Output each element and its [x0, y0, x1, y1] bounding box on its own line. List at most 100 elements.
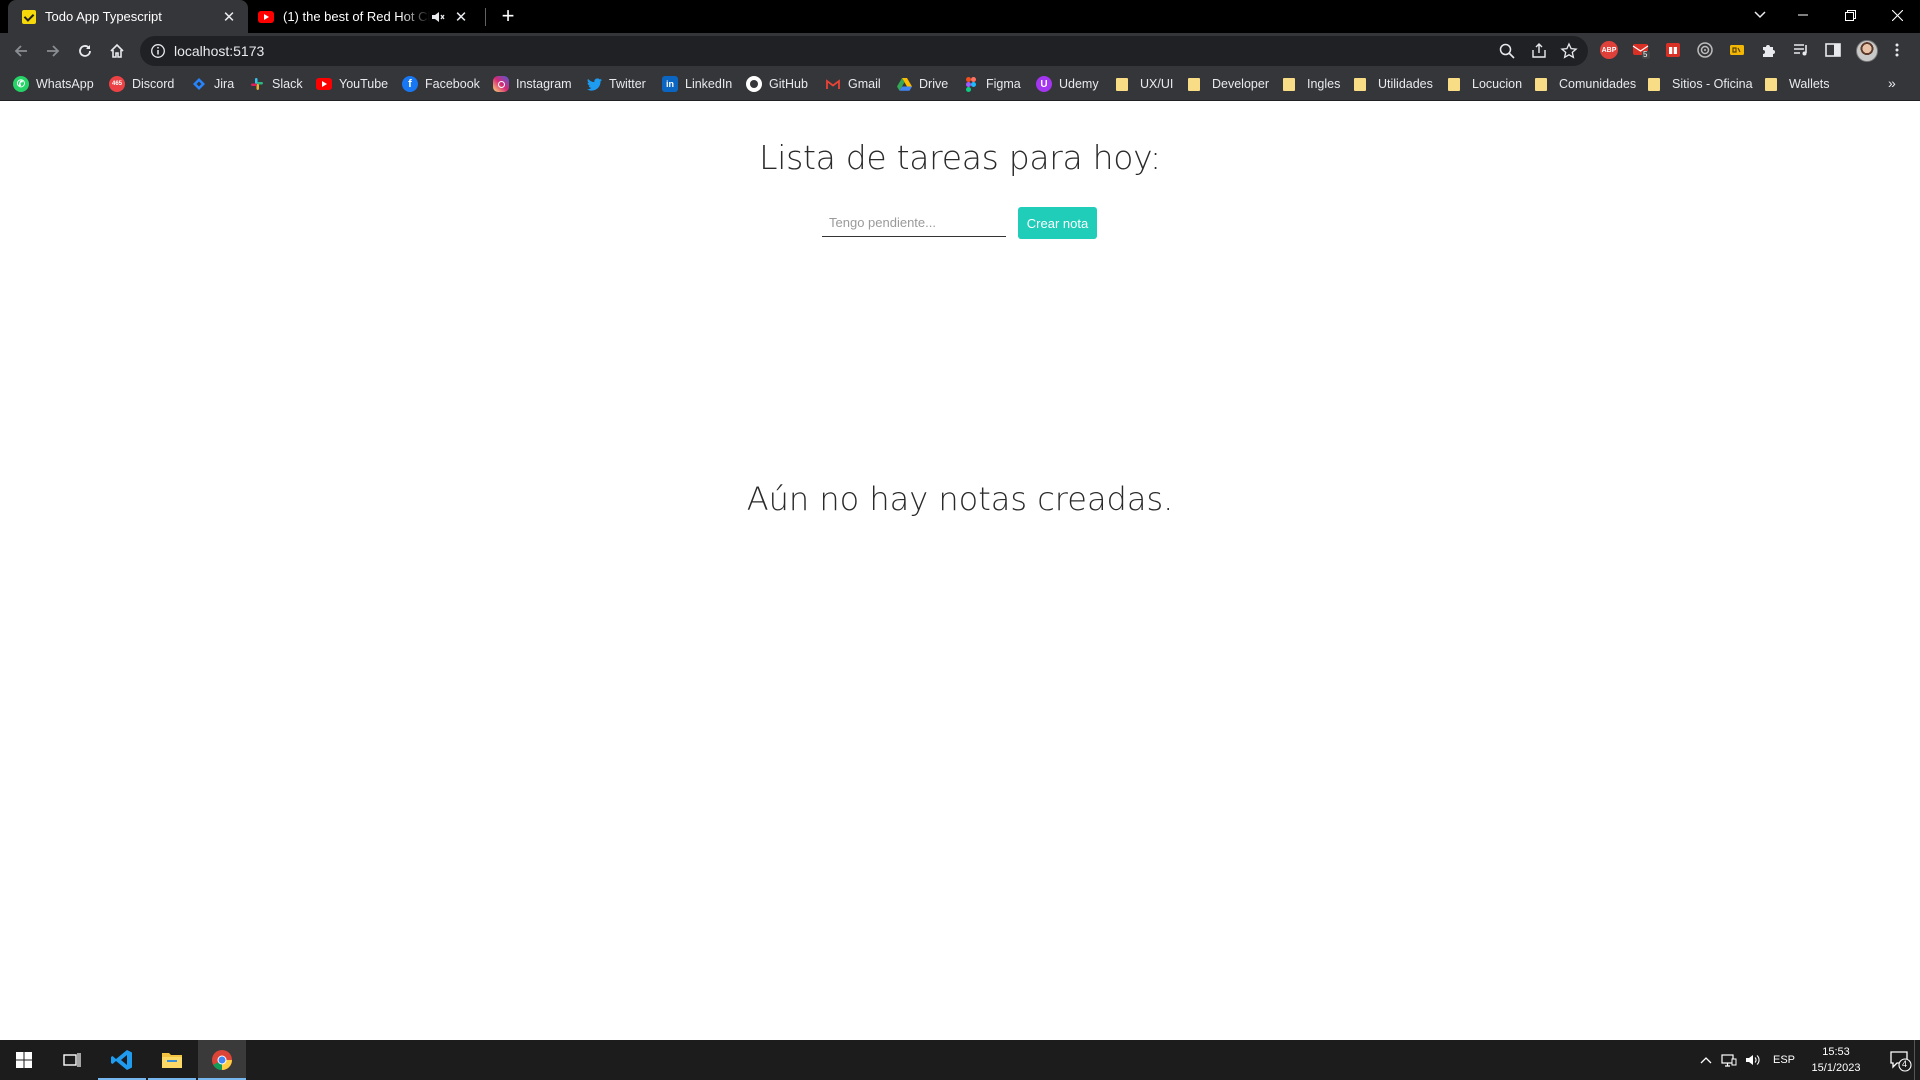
restore-icon [1844, 9, 1856, 21]
folder-icon [1116, 77, 1128, 91]
url-text[interactable]: localhost:5173 [174, 43, 264, 59]
volume-button[interactable] [1742, 1040, 1764, 1080]
vscode-taskbar-button[interactable] [98, 1040, 146, 1080]
folder-icon [1648, 77, 1660, 91]
show-hidden-icons-button[interactable] [1696, 1040, 1716, 1080]
browser-menu-button[interactable] [1888, 41, 1906, 59]
file-explorer-taskbar-button[interactable] [148, 1040, 196, 1080]
bookmark-folder-ingles[interactable]: Ingles [1283, 69, 1340, 99]
bookmark-instagram[interactable]: Instagram [493, 69, 572, 99]
profile-avatar[interactable] [1856, 40, 1878, 62]
bookmark-label: Locucion [1472, 77, 1523, 91]
bookmark-twitter[interactable]: Twitter [586, 69, 646, 99]
bookmark-discord[interactable]: 465 Discord [109, 69, 174, 99]
target-extension-icon[interactable] [1696, 41, 1714, 59]
bookmark-udemy[interactable]: U Udemy [1036, 69, 1099, 99]
action-center-button[interactable]: 4 [1888, 1048, 1912, 1072]
wallet-extension-icon[interactable] [1728, 41, 1746, 59]
minimize-button[interactable] [1780, 0, 1826, 30]
chevron-up-icon [1700, 1057, 1712, 1064]
todo-input[interactable] [822, 209, 1006, 237]
jira-icon [191, 76, 207, 92]
tab-title: (1) the best of Red Hot Chili Peppers [283, 9, 430, 24]
tab-youtube[interactable]: (1) the best of Red Hot Chili Peppers ✕ [250, 0, 480, 33]
bookmark-folder-sitios-oficina[interactable]: Sitios - Oficina [1648, 69, 1753, 99]
start-button[interactable] [0, 1040, 48, 1080]
tab-todo-app[interactable]: Todo App Typescript ✕ [8, 0, 248, 33]
media-control-button[interactable] [1792, 41, 1810, 59]
restore-button[interactable] [1827, 0, 1873, 30]
system-clock[interactable]: 15:53 15/1/2023 [1800, 1044, 1872, 1076]
chevron-down-icon [1754, 11, 1766, 19]
home-button[interactable] [104, 38, 130, 64]
notification-count: 4 [1902, 1059, 1908, 1069]
close-icon[interactable]: ✕ [452, 8, 470, 26]
bookmark-folder-developer[interactable]: Developer [1188, 69, 1269, 99]
bookmark-drive[interactable]: Drive [896, 69, 948, 99]
bookmark-label: Facebook [425, 77, 480, 91]
create-note-button[interactable]: Crear nota [1018, 207, 1097, 239]
folder-icon [1448, 77, 1460, 91]
bookmark-slack[interactable]: Slack [249, 69, 303, 99]
bookmark-figma[interactable]: Figma [963, 69, 1021, 99]
share-icon[interactable] [1530, 42, 1548, 60]
bookmark-folder-locucion[interactable]: Locucion [1448, 69, 1522, 99]
zoom-icon[interactable] [1498, 42, 1516, 60]
bookmark-facebook[interactable]: f Facebook [402, 69, 480, 99]
bookmark-folder-ux-ui[interactable]: UX/UI [1116, 69, 1173, 99]
address-bar[interactable]: localhost:5173 [140, 36, 1588, 66]
windows-start-icon [16, 1052, 32, 1068]
info-icon[interactable] [150, 43, 166, 59]
back-button[interactable] [8, 38, 34, 64]
muted-speaker-icon[interactable] [430, 9, 446, 25]
folder-icon [1283, 77, 1295, 91]
bookmark-jira[interactable]: Jira [191, 69, 234, 99]
gift-extension-icon[interactable] [1664, 41, 1682, 59]
bookmark-label: Twitter [609, 77, 646, 91]
speaker-icon [1746, 1055, 1760, 1065]
bookmark-label: WhatsApp [36, 77, 94, 91]
close-window-button[interactable] [1874, 0, 1920, 30]
folder-icon [1188, 77, 1200, 91]
reload-icon [79, 45, 91, 57]
side-panel-button[interactable] [1824, 41, 1842, 59]
facebook-icon: f [402, 76, 418, 92]
bookmark-label: Utilidades [1378, 77, 1433, 91]
new-tab-button[interactable]: + [496, 5, 520, 28]
star-icon[interactable] [1560, 42, 1578, 60]
bookmark-gmail[interactable]: Gmail [825, 69, 881, 99]
bookmark-label: Wallets [1789, 77, 1830, 91]
chrome-taskbar-button[interactable] [198, 1040, 246, 1080]
forward-button[interactable] [40, 38, 66, 64]
bookmark-folder-comunidades[interactable]: Comunidades [1535, 69, 1636, 99]
reload-button[interactable] [72, 38, 98, 64]
close-icon[interactable]: ✕ [220, 8, 238, 26]
browser-toolbar: localhost:5173 ABP 5 [0, 33, 1920, 69]
bookmark-linkedin[interactable]: in LinkedIn [662, 69, 732, 99]
figma-icon [963, 76, 979, 92]
folder-icon [1765, 77, 1777, 91]
minimize-icon [1798, 14, 1808, 16]
tab-search-button[interactable] [1748, 3, 1772, 27]
arrow-right-icon [47, 45, 60, 57]
task-view-button[interactable] [48, 1040, 96, 1080]
arrow-left-icon [14, 45, 27, 57]
app-page: Lista de tareas para hoy: Crear nota Aún… [0, 102, 1920, 1040]
youtube-icon [258, 10, 274, 23]
bookmark-github[interactable]: GitHub [746, 69, 808, 99]
bookmark-folder-utilidades[interactable]: Utilidades [1354, 69, 1433, 99]
extensions-button[interactable] [1760, 41, 1778, 59]
bookmarks-overflow-chevron-icon[interactable]: » [1888, 75, 1896, 91]
show-desktop-button[interactable] [1914, 1040, 1915, 1080]
notification-icon [1890, 1051, 1912, 1072]
network-status-button[interactable] [1718, 1040, 1740, 1080]
vscode-icon [111, 1050, 132, 1070]
empty-state-message: Aún no hay notas creadas. [746, 480, 1174, 518]
bookmarks-bar: ✆ WhatsApp 465 Discord Jira Slack YouTub… [0, 69, 1920, 101]
bookmark-folder-wallets[interactable]: Wallets [1765, 69, 1830, 99]
bookmark-youtube[interactable]: YouTube [316, 69, 388, 99]
bookmark-whatsapp[interactable]: ✆ WhatsApp [13, 69, 94, 99]
adblock-plus-icon[interactable]: ABP [1600, 41, 1618, 59]
language-indicator[interactable]: ESP [1770, 1040, 1798, 1080]
mail-extension-icon[interactable]: 5 [1632, 41, 1650, 59]
